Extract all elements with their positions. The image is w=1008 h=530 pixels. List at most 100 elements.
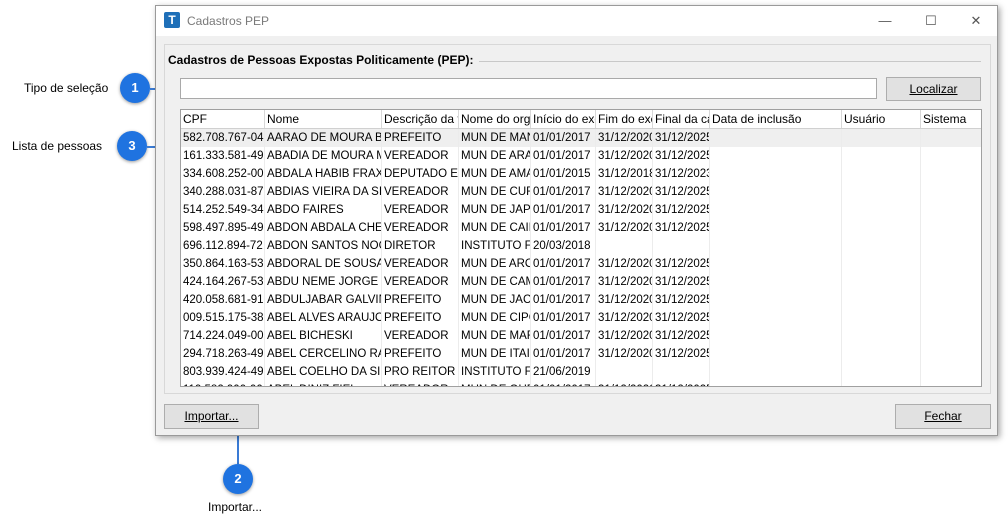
table-row[interactable]: 334.608.252-00ABDALA HABIB FRAXE JDEPUTA… bbox=[181, 165, 981, 183]
table-cell bbox=[710, 273, 842, 291]
table-cell: 31/12/2020 bbox=[596, 273, 653, 291]
table-cell: 31/12/2020 bbox=[596, 309, 653, 327]
table-cell: 161.333.581-49 bbox=[181, 147, 265, 165]
table-cell bbox=[921, 381, 981, 386]
table-cell: 009.515.175-38 bbox=[181, 309, 265, 327]
table-cell: MUN DE JAPU bbox=[459, 201, 531, 219]
search-button[interactable]: Localizar bbox=[886, 77, 981, 101]
close-icon[interactable]: ✕ bbox=[953, 6, 999, 36]
table-cell: 31/12/2025 bbox=[653, 147, 710, 165]
table-cell: 31/12/2025 bbox=[653, 345, 710, 363]
table-cell: 31/12/2025 bbox=[653, 129, 710, 147]
table-cell bbox=[921, 291, 981, 309]
column-header[interactable]: Final da ca bbox=[653, 110, 710, 128]
table-cell: 31/12/2025 bbox=[653, 219, 710, 237]
table-row[interactable]: 514.252.549-34 ABDO FAIRES VEREADOR MUN DE … bbox=[181, 201, 981, 219]
table-cell: PREFEITO bbox=[382, 291, 459, 309]
table-cell: ABADIA DE MOURA MO bbox=[265, 147, 382, 165]
table-cell: 01/01/2017 bbox=[531, 273, 596, 291]
import-button-label: Importar... bbox=[184, 409, 239, 423]
table-cell bbox=[921, 201, 981, 219]
table-cell: PREFEITO bbox=[382, 345, 459, 363]
selection-type-input[interactable] bbox=[180, 78, 877, 99]
table-cell: 31/12/2025 bbox=[653, 273, 710, 291]
table-row[interactable]: 119.582.900-00ABEL DINIZ FIELVEREADORMUN… bbox=[181, 381, 981, 386]
table-row[interactable]: 161.333.581-49ABADIA DE MOURA MOVEREADOR… bbox=[181, 147, 981, 165]
table-row[interactable]: 582.708.767-04 AARAO DE MOURA BRI PREFEITO… bbox=[181, 129, 981, 147]
table-cell: MUN DE CURV bbox=[459, 183, 531, 201]
column-header[interactable]: Início do exe bbox=[531, 110, 596, 128]
table-cell: 803.939.424-49 bbox=[181, 363, 265, 381]
table-row[interactable]: 803.939.424-49ABEL COELHO DA SILVAPRO RE… bbox=[181, 363, 981, 381]
table-cell: ABEL BICHESKI bbox=[265, 327, 382, 345]
table-row[interactable]: 420.058.681-91ABDULJABAR GALVIN MPREFEIT… bbox=[181, 291, 981, 309]
table-cell: ABEL CERCELINO RANC bbox=[265, 345, 382, 363]
column-header[interactable]: Data de inclusão bbox=[710, 110, 842, 128]
table-cell: 582.708.767-04 bbox=[181, 129, 265, 147]
table-cell: ABDALA HABIB FRAXE J bbox=[265, 165, 382, 183]
import-button[interactable]: Importar... bbox=[164, 404, 259, 429]
table-cell: 01/01/2017 bbox=[531, 201, 596, 219]
column-header[interactable]: Sistema bbox=[921, 110, 981, 128]
table-cell bbox=[842, 345, 921, 363]
table-cell bbox=[842, 129, 921, 147]
table-row[interactable]: 350.864.163-53ABDORAL DE SOUSA MVEREADOR… bbox=[181, 255, 981, 273]
table-cell bbox=[710, 327, 842, 345]
table-cell: 340.288.031-87 bbox=[181, 183, 265, 201]
table-row[interactable]: 009.515.175-38 ABEL ALVES ARAUJO PREFEITO M… bbox=[181, 309, 981, 327]
table-cell: ABDULJABAR GALVIN M bbox=[265, 291, 382, 309]
column-header[interactable]: Nome bbox=[265, 110, 382, 128]
table-cell bbox=[921, 309, 981, 327]
table-cell: AARAO DE MOURA BRI bbox=[265, 129, 382, 147]
column-header[interactable]: Usuário bbox=[842, 110, 921, 128]
callout-badge-1: 1 bbox=[120, 73, 150, 103]
minimize-icon[interactable]: — bbox=[862, 6, 908, 36]
table-cell: VEREADOR bbox=[382, 327, 459, 345]
column-header[interactable]: Nome do orgão bbox=[459, 110, 531, 128]
callout-badge-3: 3 bbox=[117, 131, 147, 161]
table-cell: MUN DE CIPC bbox=[459, 309, 531, 327]
maximize-icon[interactable]: ☐ bbox=[908, 6, 954, 36]
column-header[interactable]: Fim do exe bbox=[596, 110, 653, 128]
table-cell: MUN DE CAIR bbox=[459, 219, 531, 237]
column-header[interactable]: CPF bbox=[181, 110, 265, 128]
table-cell bbox=[653, 363, 710, 381]
table-cell: VEREADOR bbox=[382, 219, 459, 237]
table-cell: 420.058.681-91 bbox=[181, 291, 265, 309]
table-cell: INSTITUTO FE bbox=[459, 237, 531, 255]
table-cell: 31/12/2020 bbox=[596, 219, 653, 237]
table-cell bbox=[921, 129, 981, 147]
table-cell bbox=[842, 237, 921, 255]
table-cell: VEREADOR bbox=[382, 201, 459, 219]
table-cell: 01/01/2017 bbox=[531, 309, 596, 327]
table-cell bbox=[842, 309, 921, 327]
table-cell: 01/01/2017 bbox=[531, 183, 596, 201]
table-cell bbox=[842, 363, 921, 381]
table-cell: MUN DE OURO bbox=[459, 381, 531, 386]
app-icon: T bbox=[164, 12, 180, 28]
table-cell: 31/12/2020 bbox=[596, 183, 653, 201]
table-cell: 01/01/2017 bbox=[531, 219, 596, 237]
close-button[interactable]: Fechar bbox=[895, 404, 991, 429]
column-header[interactable]: Descrição da fu bbox=[382, 110, 459, 128]
person-list-table[interactable]: CPFNomeDescrição da fuNome do orgãoIníci… bbox=[180, 109, 982, 387]
callout-line-2 bbox=[237, 436, 239, 464]
table-cell: 294.718.263-49 bbox=[181, 345, 265, 363]
table-cell: 31/12/2020 bbox=[596, 255, 653, 273]
table-row[interactable]: 598.497.895-49ABDON ABDALA CHE NEVEREADO… bbox=[181, 219, 981, 237]
table-cell: 696.112.894-72 bbox=[181, 237, 265, 255]
table-cell bbox=[842, 147, 921, 165]
table-row[interactable]: 714.224.049-00 ABEL BICHESKI VEREADOR MUN D… bbox=[181, 327, 981, 345]
table-cell bbox=[842, 255, 921, 273]
table-row[interactable]: 340.288.031-87ABDIAS VIEIRA DA SILVVEREA… bbox=[181, 183, 981, 201]
table-cell bbox=[921, 219, 981, 237]
table-row[interactable]: 696.112.894-72ABDON SANTOS NOGUEDIRETORI… bbox=[181, 237, 981, 255]
table-cell bbox=[921, 183, 981, 201]
table-cell: INSTITUTO FE bbox=[459, 363, 531, 381]
table-cell bbox=[710, 381, 842, 386]
title-bar: T Cadastros PEP — ☐ ✕ bbox=[156, 6, 997, 36]
table-cell bbox=[842, 273, 921, 291]
table-cell bbox=[710, 345, 842, 363]
table-row[interactable]: 294.718.263-49ABEL CERCELINO RANCPREFEIT… bbox=[181, 345, 981, 363]
table-row[interactable]: 424.164.267-53ABDU NEME JORGE MAIVEREADO… bbox=[181, 273, 981, 291]
